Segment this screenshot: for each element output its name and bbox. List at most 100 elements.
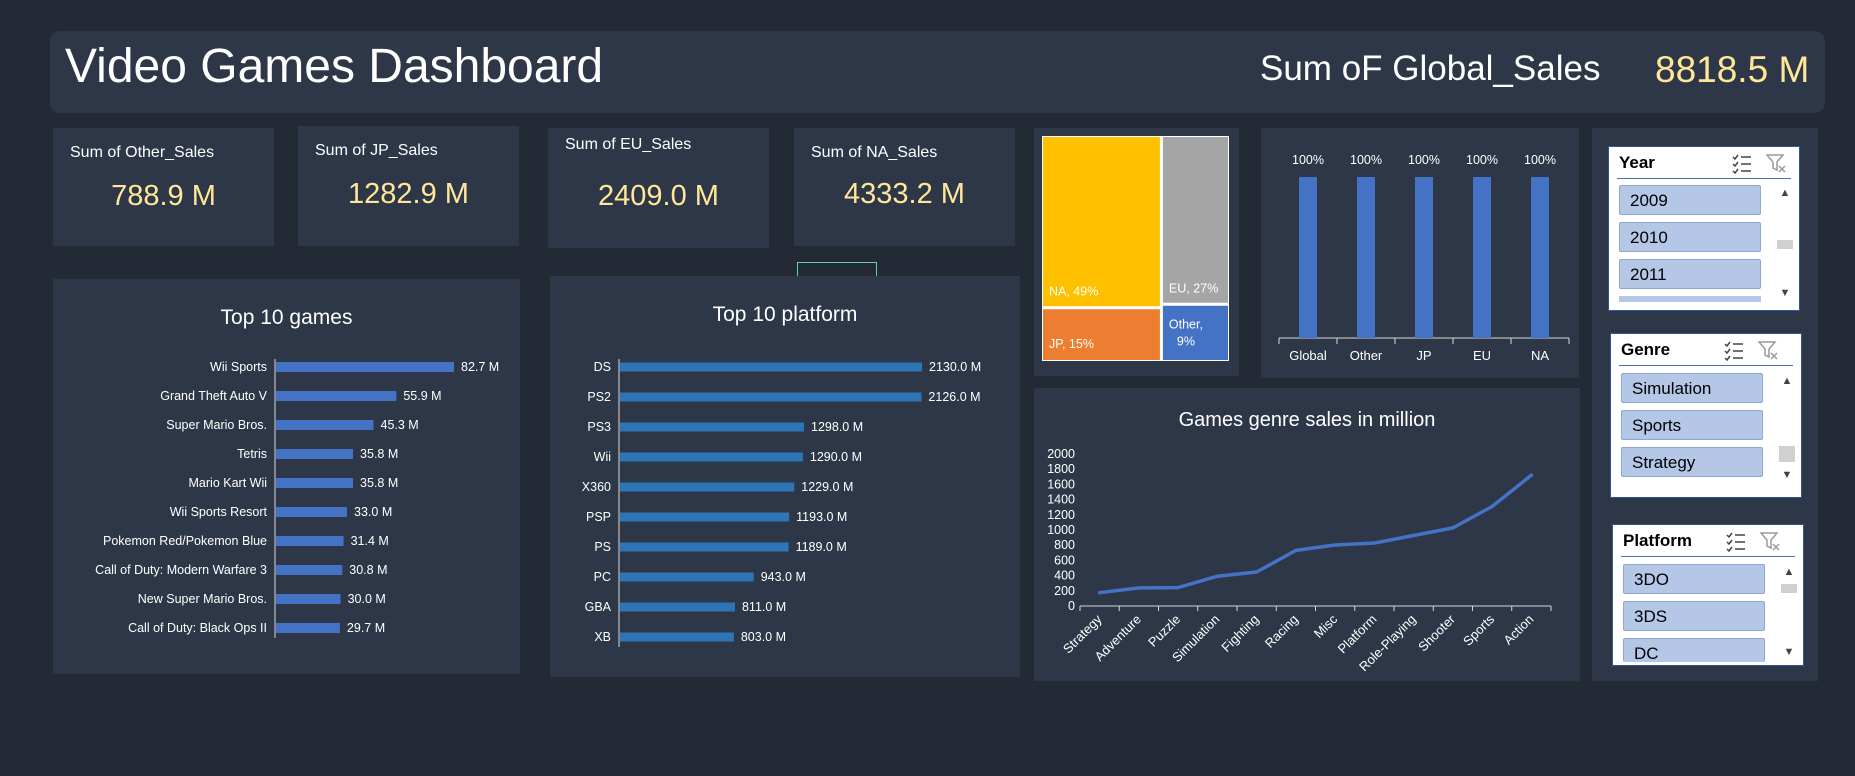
multi-select-icon[interactable]: [1725, 530, 1747, 552]
header-banner: Video Games Dashboard Sum oF Global_Sale…: [50, 31, 1825, 113]
x-tick-label: Puzzle: [1145, 612, 1183, 650]
slicer-item-platform-3ds[interactable]: 3DS: [1623, 601, 1765, 631]
kpi-label: Sum of JP_Sales: [315, 142, 438, 159]
bar-category-label: Wii Sports: [210, 360, 267, 374]
bar-category-label: PS: [594, 540, 611, 554]
year-slicer-scrollbar[interactable]: ▲ ▼: [1777, 185, 1793, 301]
bar-category-label: Call of Duty: Modern Warfare 3: [95, 563, 267, 577]
bar-value-label: 82.7 M: [461, 360, 499, 374]
bar-value-label: 2130.0 M: [929, 360, 981, 374]
slicer-item-platform-3do[interactable]: 3DO: [1623, 564, 1765, 594]
bar-value-label: 1193.0 M: [796, 510, 847, 524]
region-percent-chart: 100% Global 100% Other 100% JP 100% EU 100% NA: [1278, 153, 1570, 363]
multi-select-icon[interactable]: [1723, 339, 1745, 361]
treemap-tile-jp: [1043, 309, 1160, 360]
slicer-divider: [1619, 365, 1793, 366]
bar-value-label: 803.0 M: [741, 630, 786, 644]
bar: [276, 478, 354, 488]
bar-value-label: 1290.0 M: [810, 450, 862, 464]
x-tick-label: JP: [1416, 348, 1431, 363]
slicer-item-genre-strategy[interactable]: Strategy: [1621, 447, 1763, 477]
platform-slicer-scrollbar[interactable]: ▲ ▼: [1781, 564, 1797, 660]
bar: [1299, 177, 1317, 338]
clear-filter-icon[interactable]: [1759, 530, 1781, 552]
bar-value-label: 2126.0 M: [928, 390, 980, 404]
region-treemap-chart: NA, 49% EU, 27% JP, 15% Other, 9%: [1042, 136, 1229, 361]
bar-value-label: 33.0 M: [354, 505, 392, 519]
genre-slicer-scrollbar[interactable]: ▲ ▼: [1779, 373, 1795, 483]
bar-category-label: DS: [594, 360, 611, 374]
bar-value-label: 811.0 M: [742, 600, 786, 614]
bar: [276, 623, 340, 633]
slicer-item-platform-dc[interactable]: DC: [1623, 638, 1765, 662]
kpi-label: Sum of NA_Sales: [811, 144, 938, 161]
series-line: [1097, 473, 1534, 595]
y-tick-label: 1400: [1047, 493, 1075, 507]
treemap-label-jp: JP, 15%: [1049, 337, 1094, 351]
bar: [620, 392, 922, 402]
kpi-value: 2409.0 M: [598, 180, 719, 212]
scroll-up-icon[interactable]: ▲: [1777, 187, 1793, 199]
bar-value-label: 100%: [1524, 153, 1556, 167]
kpi-label: Sum of Other_Sales: [70, 144, 215, 161]
bar: [620, 482, 795, 492]
bar-value-label: 30.8 M: [349, 563, 387, 577]
bar-value-label: 100%: [1292, 153, 1324, 167]
scroll-down-icon[interactable]: ▼: [1781, 646, 1797, 658]
scroll-up-icon[interactable]: ▲: [1781, 566, 1797, 578]
bar-value-label: 1229.0 M: [801, 480, 853, 494]
platform-slicer-title: Platform: [1623, 531, 1692, 550]
bar: [1473, 177, 1491, 338]
slicer-item-year-2010[interactable]: 2010: [1619, 222, 1761, 252]
selection-outline: [797, 262, 877, 277]
page-title: Video Games Dashboard: [65, 40, 604, 93]
treemap-tile-eu: [1162, 137, 1228, 303]
kpi-card-jp-sales: Sum of JP_Sales 1282.9 M: [298, 126, 519, 246]
bar: [276, 449, 354, 459]
bar-value-label: 30.0 M: [348, 592, 386, 606]
x-tick-label: EU: [1473, 348, 1491, 363]
bar-category-label: Super Mario Bros.: [166, 418, 267, 432]
clear-filter-icon[interactable]: [1757, 339, 1779, 361]
bar-value-label: 100%: [1408, 153, 1440, 167]
bar-category-label: Wii Sports Resort: [170, 505, 268, 519]
slicer-item-year-2011[interactable]: 2011: [1619, 259, 1761, 289]
scroll-down-icon[interactable]: ▼: [1777, 287, 1793, 299]
bar-value-label: 100%: [1350, 153, 1382, 167]
treemap-label-eu: EU, 27%: [1169, 281, 1218, 295]
genre-slicer-title: Genre: [1621, 340, 1671, 359]
slicer-item-partial: [1619, 296, 1761, 302]
y-tick-label: 400: [1054, 569, 1075, 583]
slicer-item-genre-simulation[interactable]: Simulation: [1621, 373, 1763, 403]
slicer-item-year-2009[interactable]: 2009: [1619, 185, 1761, 215]
x-tick-label: NA: [1531, 348, 1549, 363]
y-tick-label: 600: [1054, 553, 1075, 567]
bar: [620, 572, 754, 582]
scroll-thumb[interactable]: [1779, 446, 1795, 462]
slicer-divider: [1621, 556, 1795, 557]
bar: [1357, 177, 1375, 338]
bar: [276, 391, 397, 401]
scroll-up-icon[interactable]: ▲: [1779, 375, 1795, 387]
scroll-thumb[interactable]: [1777, 240, 1793, 249]
bar-category-label: PS2: [587, 390, 611, 404]
multi-select-icon[interactable]: [1731, 152, 1753, 174]
bar-category-label: X360: [582, 480, 611, 494]
bar-value-label: 29.7 M: [347, 621, 385, 635]
bar-value-label: 31.4 M: [351, 534, 389, 548]
slicer-item-genre-sports[interactable]: Sports: [1621, 410, 1763, 440]
kpi-value: 4333.2 M: [844, 178, 965, 210]
treemap-label-other-line1: Other,: [1169, 317, 1203, 331]
bar: [620, 362, 922, 372]
scroll-down-icon[interactable]: ▼: [1779, 469, 1795, 481]
scroll-thumb[interactable]: [1781, 584, 1797, 593]
x-tick-label: Sports: [1460, 611, 1498, 649]
bar-value-label: 1189.0 M: [796, 540, 847, 554]
year-slicer-title: Year: [1619, 153, 1655, 172]
y-tick-label: 2000: [1047, 447, 1075, 461]
x-tick-label: Fighting: [1218, 612, 1261, 655]
x-tick-label: Global: [1289, 348, 1327, 363]
clear-filter-icon[interactable]: [1765, 152, 1787, 174]
bar: [620, 602, 735, 612]
treemap-label-other-line2: 9%: [1177, 334, 1195, 348]
